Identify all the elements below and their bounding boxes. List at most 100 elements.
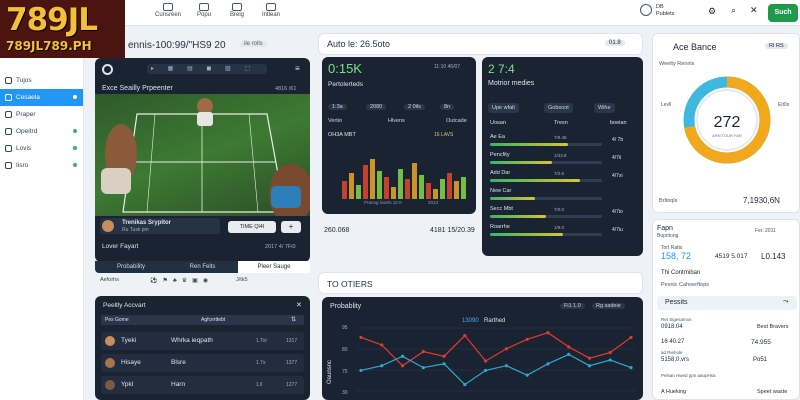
table-row[interactable]: Hisaye Blsre 1.7s 1377 (101, 354, 304, 372)
player-card[interactable]: Trenikas Srypitor Ru Tusk pm (100, 218, 220, 234)
result-label: ad Riehole (661, 350, 683, 355)
status-dot (73, 163, 77, 167)
column-label: boeian (610, 120, 627, 126)
close-icon[interactable]: ✕ (750, 5, 758, 16)
chart-filter[interactable]: Rg sadeie (592, 303, 625, 309)
row-right: 4/7iu (612, 227, 623, 233)
row-label: Ae Ea (490, 134, 505, 140)
title-tag: ile rolls (240, 41, 267, 47)
column-header: Agfcerttebt (201, 317, 226, 323)
data-point (380, 364, 384, 368)
performance-histogram (342, 159, 466, 199)
nav-label: Intlean (261, 12, 280, 18)
results-header[interactable]: Pessits ⤳ (657, 296, 797, 310)
table-row[interactable]: Ypkl Harn 1.ll 1277 (101, 376, 304, 394)
match-video[interactable] (95, 94, 310, 216)
close-icon[interactable]: ✕ (296, 301, 302, 309)
grid-icon (199, 3, 209, 11)
user-info[interactable]: DB Publets (656, 4, 674, 18)
pill[interactable]: Gobsoot (544, 103, 573, 113)
auto-header: Auto le: 26.5oto 01.8 (318, 33, 643, 55)
histogram-bar (461, 177, 466, 199)
data-point (546, 331, 550, 335)
histogram-bar (426, 183, 431, 199)
row-value: 1.Tol (256, 338, 267, 344)
such-button[interactable]: Such (768, 4, 798, 22)
data-point (359, 368, 363, 373)
sidebar-item-cesaela[interactable]: Cesaela (0, 89, 83, 106)
pill[interactable]: 8n (440, 104, 455, 110)
result-right: Po51 (753, 357, 768, 363)
result-right: Speet waste (757, 389, 788, 395)
nav-item-intlean[interactable]: Intlean (248, 2, 294, 18)
tab-probability[interactable]: Probability (95, 261, 167, 273)
search-icon[interactable]: ⌕ (731, 5, 736, 16)
section-title: TO OTIERS (327, 279, 373, 289)
table-row[interactable]: Tyeki Whrka ieqpath 1.Tol 1317 (101, 332, 304, 350)
histogram-bar (412, 163, 417, 199)
tab-ren-felts[interactable]: Ren Felts (167, 261, 238, 273)
pill[interactable]: Upe wfalt (488, 103, 519, 113)
progress-fill (490, 215, 546, 218)
monitor-row[interactable]: Add Dar 7/2.6 4/7xi (488, 170, 637, 186)
panel-tag[interactable]: RI RS (765, 43, 788, 49)
row-right: 4/7ii (612, 155, 622, 161)
data-point (442, 362, 446, 366)
table-title: Peeltly Accvart (103, 302, 146, 309)
tab-pleer-sauge[interactable]: Pleer Sauge (238, 261, 310, 273)
progress-fill (490, 143, 569, 146)
sidebar-item-tujos[interactable]: Tujos (0, 72, 83, 89)
settings-icon[interactable]: ⚙ (708, 6, 716, 17)
chart-filter[interactable]: Fi1 1.0 (560, 303, 585, 309)
video-tabs: Probability Ren Felts Pleer Sauge (95, 261, 310, 273)
row-mid: 7/0.0 (554, 207, 565, 212)
row-mid: 7/9.48 (554, 135, 567, 140)
camera-icon[interactable] (102, 64, 113, 75)
brand-logo[interactable]: 789JL 789JL789.PH (0, 0, 125, 58)
sidebar-item-lovis[interactable]: Lovis (0, 140, 83, 157)
progress-fill (490, 233, 563, 236)
sidebar-item-iisro[interactable]: Iisro (0, 157, 83, 174)
histogram-bar (377, 171, 382, 199)
monitor-row[interactable]: Pencfity 1/43.8 4/7ii (488, 152, 637, 168)
monitor-row[interactable]: Secc Mbt 7/0.0 4/7io (488, 206, 637, 222)
row-value: 1377 (286, 360, 298, 366)
performance-panel: 0:15K 11:10 46/07 Pertolerteds 1:3a 2080… (322, 57, 476, 214)
y-axis-label: Oaunsnc (327, 359, 334, 385)
nav-label: Brelg (229, 12, 244, 18)
avatar (105, 358, 115, 368)
menu-icon[interactable]: ≡ (295, 64, 300, 73)
result-value: 5158,0,vrs (661, 357, 690, 363)
pill[interactable]: 1:3a (328, 104, 347, 110)
row-name: Tyeki (121, 337, 137, 344)
pill[interactable]: Wihe (594, 103, 615, 113)
pill[interactable]: 2 0ils (404, 104, 425, 110)
data-point (587, 356, 592, 360)
y-tick: 30 (342, 390, 348, 396)
sidebar-item-opeitrd[interactable]: Opeitrd (0, 123, 83, 140)
time-button[interactable]: TIME Ql4I (228, 221, 276, 233)
result-value: 0918.04 (661, 324, 683, 330)
y-tick: 95 (342, 325, 348, 331)
video-controls[interactable]: ▸ ▦ ▤ ◼ ▧ ⬚ (147, 64, 267, 74)
section-tag[interactable]: 01.8 (605, 40, 625, 46)
row-value: 1.ll (256, 382, 263, 388)
calendar-icon (232, 3, 242, 11)
accounts-table: Peeltly Accvart ✕ Pes Gome Agfcerttebt ⇅… (95, 296, 310, 400)
sidebar-item-praper[interactable]: Praper (0, 106, 83, 123)
user-icon[interactable] (640, 4, 652, 16)
row-label: Secc Mbt (490, 206, 513, 212)
home-icon (5, 77, 12, 84)
row-mid: 1/43.8 (554, 153, 567, 158)
pill[interactable]: 2080 (366, 104, 387, 110)
monitor-row[interactable]: Ae Ea 7/9.48 4/ 7b (488, 134, 637, 150)
sort-icon[interactable]: ⇅ (291, 316, 296, 323)
row-name: Ypkl (121, 381, 134, 388)
progress-fill (490, 161, 552, 164)
probability-line-chart (356, 327, 636, 392)
add-button[interactable]: + (281, 221, 301, 233)
monitor-row[interactable]: Roarrhe 1/9.0 4/7iu (488, 224, 637, 240)
monitor-row[interactable]: New Car (488, 188, 637, 204)
data-point (504, 364, 508, 368)
result-value: 16 40.27 (661, 339, 685, 345)
